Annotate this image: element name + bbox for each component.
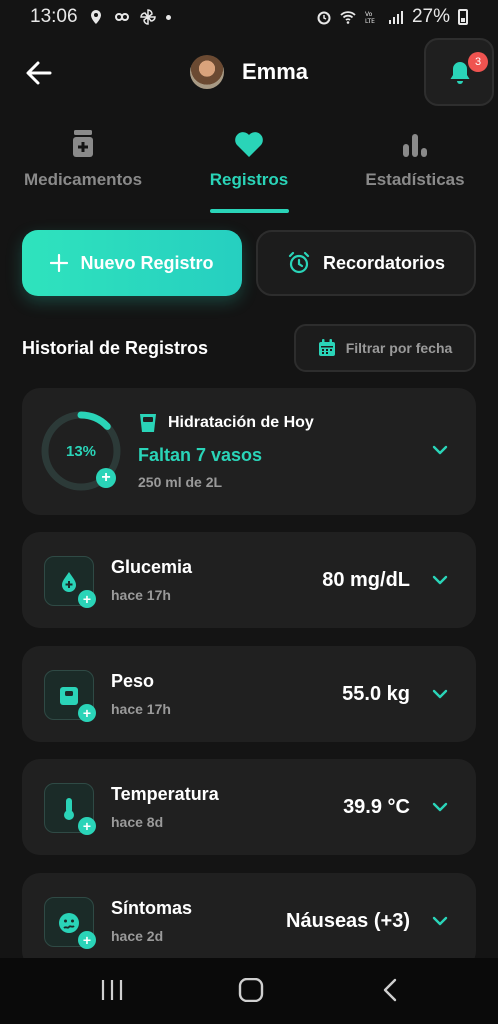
medicine-bottle-icon xyxy=(73,130,93,157)
record-icon-box: + xyxy=(44,556,96,608)
record-name: Síntomas xyxy=(111,898,193,918)
hydration-detail: 250 ml de 2L xyxy=(138,474,223,490)
hydration-card[interactable]: 13% + Hidratación de Hoy Faltan 7 vasos … xyxy=(22,388,476,515)
system-navigation-bar xyxy=(0,958,498,1024)
hydration-title: Hidratación de Hoy xyxy=(168,414,314,431)
water-glass-icon xyxy=(140,414,156,432)
add-record-icon[interactable]: + xyxy=(78,704,96,722)
avatar[interactable] xyxy=(190,55,224,89)
status-time: 13:06 xyxy=(30,6,78,27)
new-record-label: Nuevo Registro xyxy=(80,252,214,273)
tab-label: Registros xyxy=(209,170,289,189)
notification-dot-icon xyxy=(165,14,171,20)
location-icon xyxy=(90,10,101,24)
scale-icon xyxy=(60,687,78,705)
notification-badge: 3 xyxy=(468,52,488,72)
heart-icon xyxy=(235,132,263,157)
record-name: Peso xyxy=(111,671,155,691)
add-record-icon[interactable]: + xyxy=(78,817,96,835)
bar-chart-icon xyxy=(403,134,427,157)
volte-icon: VoLTE xyxy=(365,11,375,25)
record-card-peso[interactable]: + Peso hace 17h 55.0 kg xyxy=(22,646,476,742)
home-icon[interactable] xyxy=(238,978,264,1002)
record-time: hace 17h xyxy=(111,701,171,717)
calendar-icon xyxy=(318,339,335,356)
record-value: 55.0 kg xyxy=(342,683,410,705)
record-value: 80 mg/dL xyxy=(322,569,410,591)
svg-text:Vo: Vo xyxy=(365,11,373,18)
reminders-label: Recordatorios xyxy=(322,252,446,273)
chevron-down-icon[interactable] xyxy=(432,574,448,586)
tab-medicamentos[interactable]: Medicamentos xyxy=(0,130,166,190)
tab-bar: Medicamentos Registros Estadísticas xyxy=(0,130,498,214)
tab-label: Estadísticas xyxy=(365,170,465,189)
link-icon xyxy=(114,13,129,21)
app-header: Emma 3 xyxy=(0,38,498,108)
record-icon-box: + xyxy=(44,897,96,949)
tab-estadisticas[interactable]: Estadísticas xyxy=(332,130,498,190)
record-value: 39.9 °C xyxy=(343,796,410,818)
glucose-drop-icon xyxy=(62,572,76,592)
new-record-button[interactable]: Nuevo Registro xyxy=(22,230,242,296)
record-time: hace 2d xyxy=(111,928,164,944)
recent-apps-icon[interactable] xyxy=(100,978,124,1002)
hydration-remaining: Faltan 7 vasos xyxy=(138,445,263,465)
svg-text:LTE: LTE xyxy=(365,18,375,25)
record-card-glucemia[interactable]: + Glucemia hace 17h 80 mg/dL xyxy=(22,532,476,628)
alarm-clock-icon xyxy=(288,251,310,274)
signal-icon xyxy=(388,11,403,24)
record-name: Temperatura xyxy=(111,784,219,804)
wifi-icon xyxy=(340,11,356,24)
add-record-icon[interactable]: + xyxy=(78,931,96,949)
record-card-temperatura[interactable]: + Temperatura hace 8d 39.9 °C xyxy=(22,759,476,855)
chevron-down-icon[interactable] xyxy=(432,688,448,700)
record-icon-box: + xyxy=(44,783,96,835)
record-card-sintomas[interactable]: + Síntomas hace 2d Náuseas (+3) xyxy=(22,873,476,969)
chevron-down-icon[interactable] xyxy=(432,801,448,813)
section-title: Historial de Registros xyxy=(22,338,209,358)
plus-icon xyxy=(50,254,69,272)
tab-registros[interactable]: Registros xyxy=(166,130,332,190)
hydration-title-row: Hidratación de Hoy xyxy=(138,412,314,434)
record-value: Náuseas (+3) xyxy=(286,910,410,932)
add-water-icon[interactable]: + xyxy=(96,468,116,488)
record-time: hace 8d xyxy=(111,814,164,830)
hydration-percent: 13% xyxy=(65,443,97,460)
battery-icon xyxy=(458,9,468,25)
notifications-button[interactable]: 3 xyxy=(424,38,494,106)
user-profile[interactable]: Emma xyxy=(190,55,308,89)
back-nav-icon[interactable] xyxy=(380,978,400,1002)
record-name: Glucemia xyxy=(111,557,193,577)
record-icon-box: + xyxy=(44,670,96,722)
status-bar: 13:06 Vo LTE 27% xyxy=(0,0,498,34)
filter-label: Filtrar por fecha xyxy=(345,340,453,356)
reminders-button[interactable]: Recordatorios xyxy=(256,230,476,296)
thermometer-icon xyxy=(64,798,74,820)
active-tab-indicator xyxy=(210,209,289,213)
pinwheel-icon xyxy=(139,9,156,25)
user-name: Emma xyxy=(242,59,309,84)
tab-label: Medicamentos xyxy=(23,170,143,189)
back-arrow-icon[interactable] xyxy=(22,56,56,90)
battery-percent: 27% xyxy=(411,6,450,27)
record-time: hace 17h xyxy=(111,587,171,603)
filter-by-date-button[interactable]: Filtrar por fecha xyxy=(294,324,476,372)
add-record-icon[interactable]: + xyxy=(78,590,96,608)
chevron-down-icon[interactable] xyxy=(432,915,448,927)
chevron-down-icon[interactable] xyxy=(432,444,448,456)
alarm-icon xyxy=(317,11,331,25)
sick-face-icon xyxy=(59,913,79,933)
